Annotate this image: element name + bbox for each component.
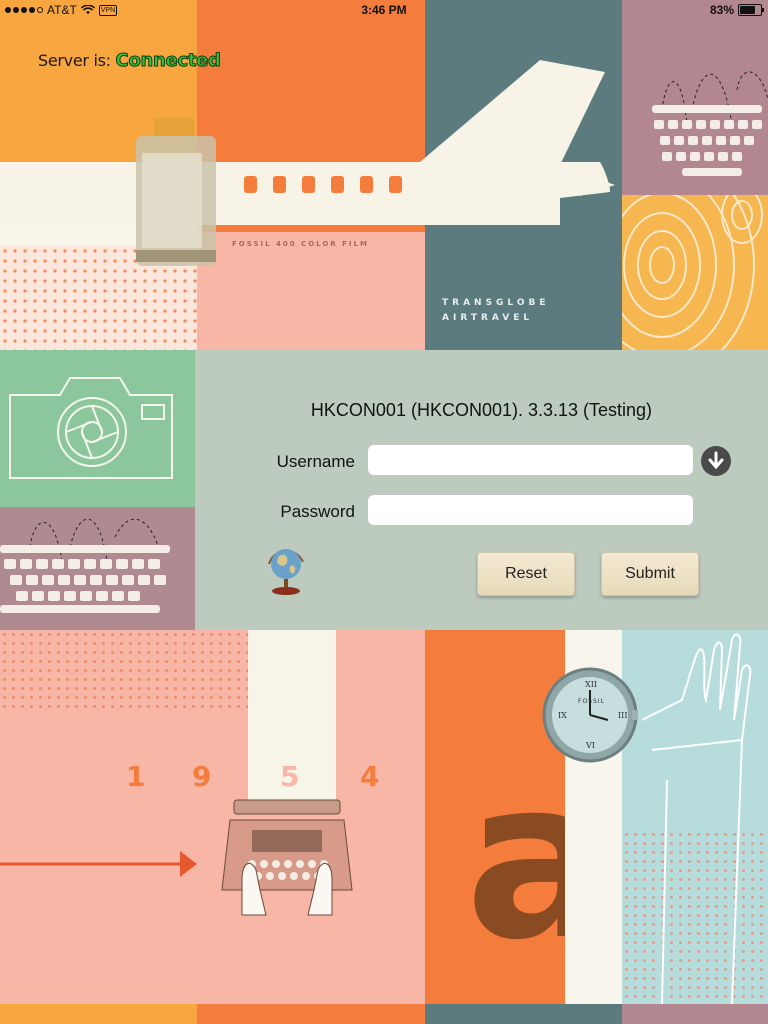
svg-text:IX: IX <box>558 711 567 720</box>
reset-button[interactable]: Reset <box>477 552 575 596</box>
username-label: Username <box>276 452 355 471</box>
typewriter-keys-icon-2 <box>0 518 170 613</box>
dots-pattern <box>0 630 250 712</box>
login-title: HKCON001 (HKCON001). 3.3.13 (Testing) <box>310 400 653 420</box>
arrow-right-icon <box>0 851 197 877</box>
bottom-strip-yellow <box>0 1004 197 1024</box>
year-digit-1: 1 <box>126 760 150 793</box>
bottom-strip-mauve <box>622 1004 768 1024</box>
tile-typewriter-keys <box>0 507 195 630</box>
password-label: Password <box>280 502 355 521</box>
hand-icon <box>641 633 752 1004</box>
status-bar-right: 83% <box>709 3 764 17</box>
server-status-value: Connected <box>115 50 221 72</box>
battery-icon <box>738 4 764 16</box>
watch-brand: FOSSIL <box>578 698 605 705</box>
password-input[interactable] <box>367 494 694 526</box>
tile-camera <box>0 350 195 507</box>
server-status: Server is: Connected <box>38 50 221 72</box>
year-digit-2: 9 <box>192 760 216 793</box>
svg-text:III: III <box>618 711 627 720</box>
battery-percent: 83% <box>709 3 734 17</box>
globe-icon[interactable] <box>263 542 309 603</box>
film-canister-icon <box>136 118 216 266</box>
battery-fill <box>740 6 755 14</box>
submit-button[interactable]: Submit <box>601 552 699 596</box>
username-input[interactable] <box>367 444 694 476</box>
download-arrow-icon[interactable] <box>701 446 731 476</box>
status-bar: AT&T VPN 3:46 PM 83% <box>0 0 768 20</box>
status-time: 3:46 PM <box>361 3 407 17</box>
camera-icon <box>9 377 173 479</box>
year-digit-4: 4 <box>360 760 384 793</box>
tile-typewriter: 1 9 5 4 <box>0 630 425 1004</box>
tile-hand <box>622 630 768 1004</box>
login-panel: HKCON001 (HKCON001). 3.3.13 (Testing) Us… <box>195 350 768 630</box>
watch-icon: XII III VI IX <box>542 667 638 763</box>
svg-text:XII: XII <box>585 680 597 689</box>
bottom-strip-slate <box>425 1004 622 1024</box>
year-digit-3: 5 <box>280 760 304 793</box>
server-status-label: Server is: <box>38 51 111 70</box>
bottom-strip-orange <box>197 1004 425 1024</box>
film-caption: FOSSIL 400 COLOR FILM <box>232 240 369 248</box>
typewriter-icon <box>221 799 353 916</box>
svg-text:VI: VI <box>585 741 595 750</box>
big-letter: a <box>465 732 570 988</box>
